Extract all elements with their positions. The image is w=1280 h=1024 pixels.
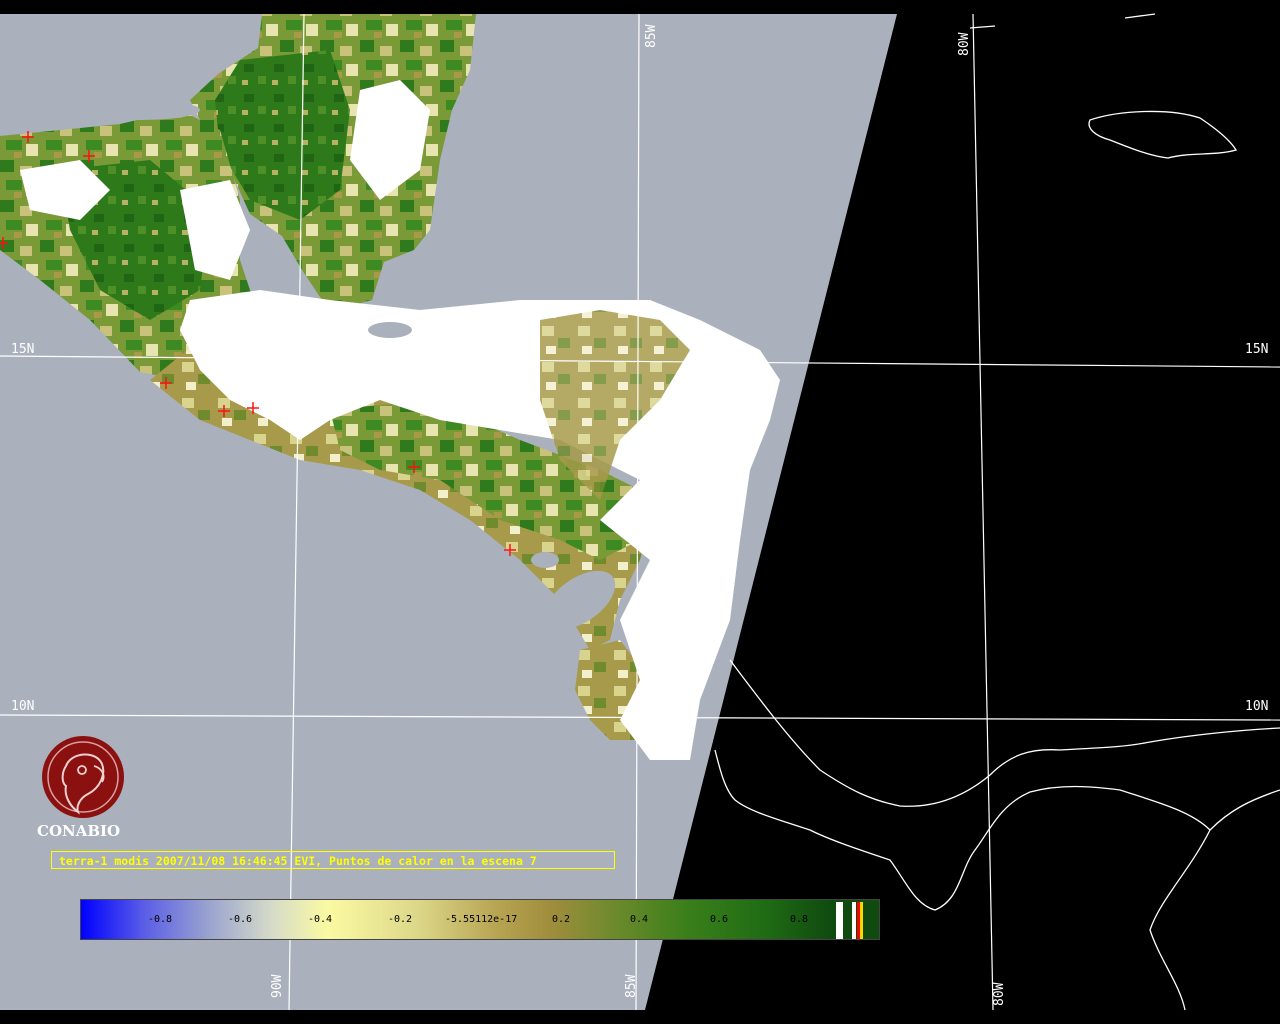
lat-label-15n-left: 15N: [11, 342, 35, 357]
colorbar-yellow-swatch: [860, 902, 863, 939]
lon-label-90w-bottom: 90W: [270, 974, 285, 998]
scene-caption: terra-1 modis 2007/11/08 16:46:45 EVI, P…: [51, 851, 615, 869]
conabio-logo-text: CONABIO: [37, 822, 121, 840]
lake-managua: [531, 552, 559, 568]
satellite-map-viewer: 15N 15N 10N 10N 85W 80W 90W 85W 80W CONA…: [0, 0, 1280, 1024]
bay-campeche-inlet: [80, 100, 200, 120]
lon-label-85w-top: 85W: [644, 24, 659, 48]
evi-colorbar: -0.8 -0.6 -0.4 -0.2 -5.55112e-17 0.2 0.4…: [80, 899, 880, 940]
lon-label-85w-bottom: 85W: [624, 974, 639, 998]
colorbar-tick: -0.2: [388, 914, 413, 925]
colorbar-tick: 0.6: [710, 914, 729, 925]
evi-map: [0, 13, 1280, 1011]
lake-izabal: [368, 322, 412, 338]
lat-label-10n-left: 10N: [11, 699, 35, 714]
lon-label-80w-bottom: 80W: [992, 982, 1007, 1006]
colorbar-tick: 0.4: [630, 914, 649, 925]
colorbar-tick: -0.8: [148, 914, 173, 925]
colorbar-cloud-swatch: [836, 902, 843, 939]
colorbar-tick: 0.2: [552, 914, 571, 925]
lat-label-10n-right: 10N: [1245, 699, 1269, 714]
colorbar-white-swatch: [852, 902, 856, 939]
lon-label-80w-top: 80W: [957, 32, 972, 56]
colorbar-tick: -0.6: [228, 914, 253, 925]
colorbar-tick: 0.8: [790, 914, 809, 925]
lat-label-15n-right: 15N: [1245, 342, 1269, 357]
colorbar-tick: -5.55112e-17: [445, 914, 518, 925]
colorbar-tick: -0.4: [308, 914, 333, 925]
